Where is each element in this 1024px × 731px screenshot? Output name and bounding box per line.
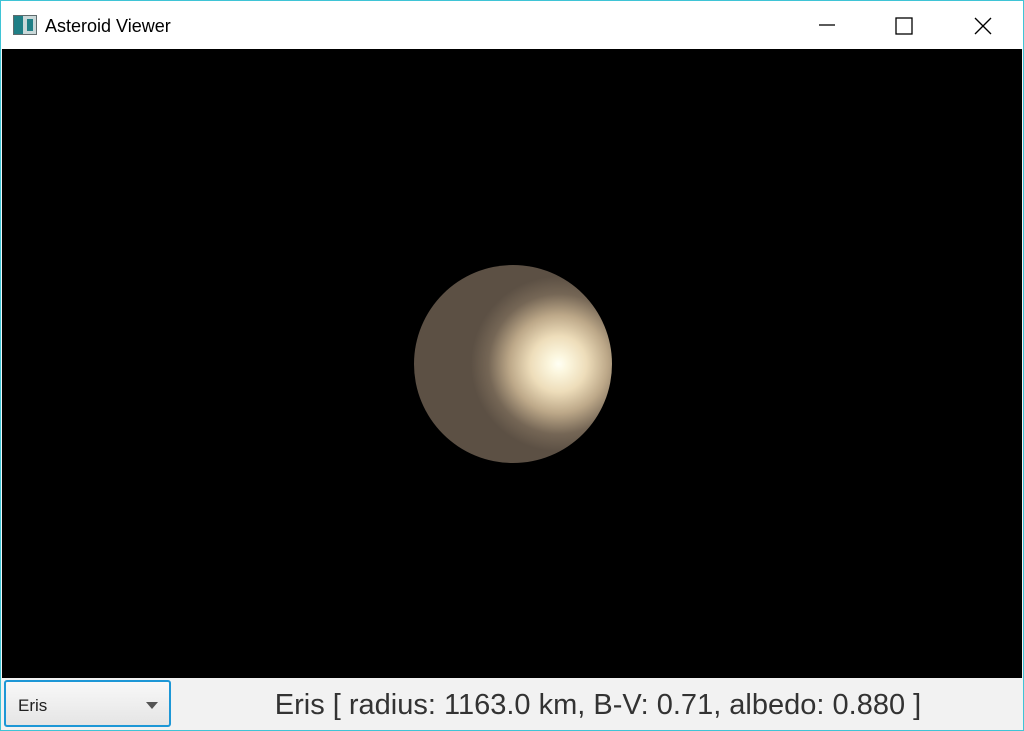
app-icon-detail <box>27 19 33 31</box>
dropdown-arrow-icon <box>146 702 158 709</box>
minimize-button[interactable] <box>791 1 863 49</box>
asteroid-sphere[interactable] <box>414 265 612 463</box>
close-icon <box>974 17 992 35</box>
asteroid-select-value: Eris <box>18 696 48 715</box>
close-button[interactable] <box>943 1 1015 49</box>
window-app-icon <box>13 15 37 35</box>
app-window: Asteroid Viewer Eris Eris [ radius: 1163… <box>0 0 1024 731</box>
maximize-icon <box>895 17 913 35</box>
asteroid-select[interactable]: Eris <box>4 680 171 727</box>
maximize-button[interactable] <box>867 1 939 49</box>
3d-viewport[interactable] <box>2 49 1022 678</box>
bottom-toolbar: Eris Eris [ radius: 1163.0 km, B-V: 0.71… <box>1 678 1023 730</box>
asteroid-info-label: Eris [ radius: 1163.0 km, B-V: 0.71, alb… <box>274 689 922 721</box>
minimize-icon <box>819 24 835 26</box>
window-title: Asteroid Viewer <box>45 16 171 36</box>
title-bar[interactable]: Asteroid Viewer <box>1 1 1023 49</box>
